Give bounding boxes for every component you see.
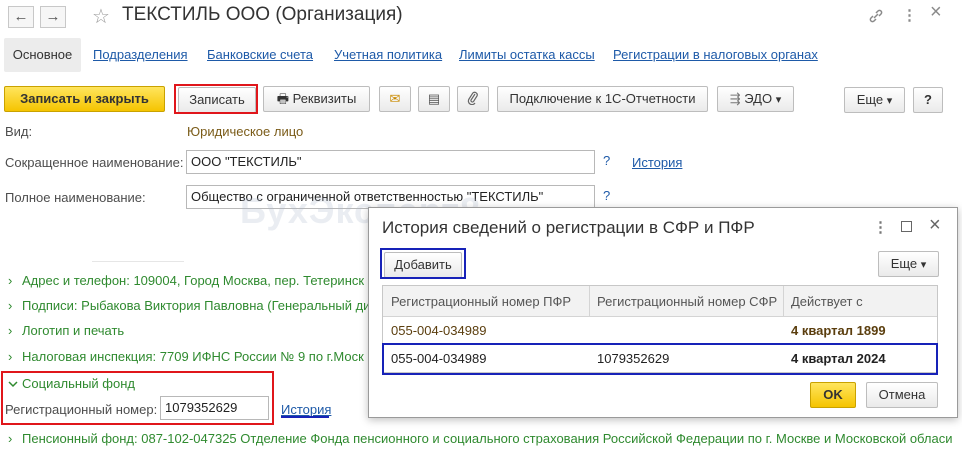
group-logo[interactable]: › Логотип и печать (8, 323, 124, 338)
chevron-right-icon: › (8, 349, 13, 364)
short-name-label: Сокращенное наименование: (5, 155, 184, 170)
save-and-close-button[interactable]: Записать и закрыть (4, 86, 165, 112)
close-icon[interactable]: × (930, 2, 942, 22)
more-vertical-icon[interactable]: ⋮ (902, 8, 917, 24)
connect-reporting-button[interactable]: Подключение к 1С-Отчетности (497, 86, 708, 112)
column-header-sfr[interactable]: Регистрационный номер СФР (597, 294, 777, 309)
arrow-right-icon: → (45, 8, 61, 25)
help-button[interactable]: ? (913, 87, 943, 113)
group-tax[interactable]: › Налоговая инспекция: 7709 ИФНС России №… (8, 349, 364, 364)
kind-label: Вид: (5, 124, 33, 139)
registration-history-dialog: История сведений о регистрации в СФР и П… (368, 207, 958, 418)
tab-accounting-policy[interactable]: Учетная политика (334, 47, 442, 62)
back-button[interactable]: ← (8, 6, 34, 28)
close-icon[interactable]: × (929, 214, 941, 237)
more-vertical-icon[interactable]: ⋮ (873, 218, 888, 236)
selected-row-highlight (382, 343, 938, 375)
tab-cash-limits[interactable]: Лимиты остатка кассы (459, 47, 595, 62)
social-fund-history-link[interactable]: История (281, 402, 331, 417)
dialog-more-button[interactable]: Еще ▾ (878, 251, 939, 277)
ok-button[interactable]: OK (810, 382, 856, 408)
attachment-button[interactable] (457, 86, 489, 112)
chevron-right-icon: › (8, 298, 13, 313)
mail-button[interactable]: ✉ (379, 86, 411, 112)
arrow-left-icon: ← (13, 8, 29, 25)
chevron-down-icon: ▾ (920, 259, 927, 271)
tab-subdivisions[interactable]: Подразделения (93, 47, 188, 62)
more-label: Еще (856, 92, 884, 107)
link-icon[interactable] (868, 8, 884, 28)
tab-main[interactable]: Основное (4, 38, 81, 72)
group-tax-text: Налоговая инспекция: 7709 ИФНС России № … (22, 349, 364, 364)
group-address[interactable]: › Адрес и телефон: 109004, Город Москва, … (8, 273, 364, 288)
document-button[interactable]: ▤ (418, 86, 450, 112)
table-header: Регистрационный номер ПФР Регистрационны… (383, 286, 937, 317)
short-name-help[interactable]: ? (603, 153, 610, 168)
group-signatures-text: Подписи: Рыбакова Виктория Павловна (Ген… (22, 298, 371, 313)
more-button[interactable]: Еще ▾ (844, 87, 905, 113)
dialog-title: История сведений о регистрации в СФР и П… (382, 218, 755, 237)
chevron-right-icon: › (8, 273, 13, 288)
short-name-history-link[interactable]: История (632, 155, 682, 170)
requisites-button[interactable]: 🖶 Записать Реквизиты (263, 86, 370, 112)
full-name-help[interactable]: ? (603, 188, 610, 203)
window-title: ТЕКСТИЛЬ ООО (Организация) (122, 4, 403, 25)
chevron-down-icon: ▾ (775, 94, 782, 106)
row-pfr: 055-004-034989 (391, 323, 487, 338)
tab-bank-accounts[interactable]: Банковские счета (207, 47, 313, 62)
dialog-more-label: Еще (890, 256, 918, 271)
save-button-highlight (174, 84, 258, 114)
forward-button[interactable]: → (40, 6, 66, 28)
full-name-label: Полное наименование: (5, 190, 146, 205)
cancel-button[interactable]: Отмена (866, 382, 938, 408)
chevron-right-icon: › (8, 323, 13, 338)
column-separator (589, 286, 590, 317)
group-logo-text: Логотип и печать (22, 323, 125, 338)
edo-button[interactable]: ⇶ ЭДО ▾ (717, 86, 794, 112)
group-address-text: Адрес и телефон: 109004, Город Москва, п… (22, 273, 365, 288)
social-fund-highlight (1, 371, 274, 425)
group-signatures[interactable]: › Подписи: Рыбакова Виктория Павловна (Ге… (8, 298, 370, 313)
add-button-highlight (380, 248, 466, 279)
print-icon: 🖶 (276, 91, 289, 106)
column-header-since[interactable]: Действует с (791, 294, 863, 309)
edo-label: ЭДО (744, 91, 773, 106)
short-name-field[interactable]: ООО "ТЕКСТИЛЬ" (186, 150, 595, 174)
tab-tax-registrations[interactable]: Регистрации в налоговых органах (613, 47, 818, 62)
table-row[interactable]: 055-004-034989 4 квартал 1899 (383, 317, 937, 344)
faded-field (92, 246, 184, 262)
requisites-text: Реквизиты (292, 91, 357, 106)
paperclip-icon (467, 91, 479, 106)
mail-icon: ✉ (389, 91, 401, 106)
kind-value: Юридическое лицо (187, 124, 304, 139)
column-separator (783, 286, 784, 317)
group-pension[interactable]: › Пенсионный фонд: 087-102-047325 Отделен… (8, 431, 953, 446)
maximize-icon[interactable] (901, 221, 912, 232)
edo-icon: ⇶ (729, 91, 741, 106)
column-header-pfr[interactable]: Регистрационный номер ПФР (391, 294, 571, 309)
history-link-underline (281, 416, 329, 418)
chevron-right-icon: › (8, 431, 13, 446)
chevron-down-icon: ▾ (886, 95, 893, 107)
row-since: 4 квартал 1899 (791, 323, 886, 338)
star-icon[interactable]: ☆ (92, 4, 110, 29)
document-icon: ▤ (427, 91, 441, 106)
group-pension-text: Пенсионный фонд: 087-102-047325 Отделени… (22, 431, 953, 446)
